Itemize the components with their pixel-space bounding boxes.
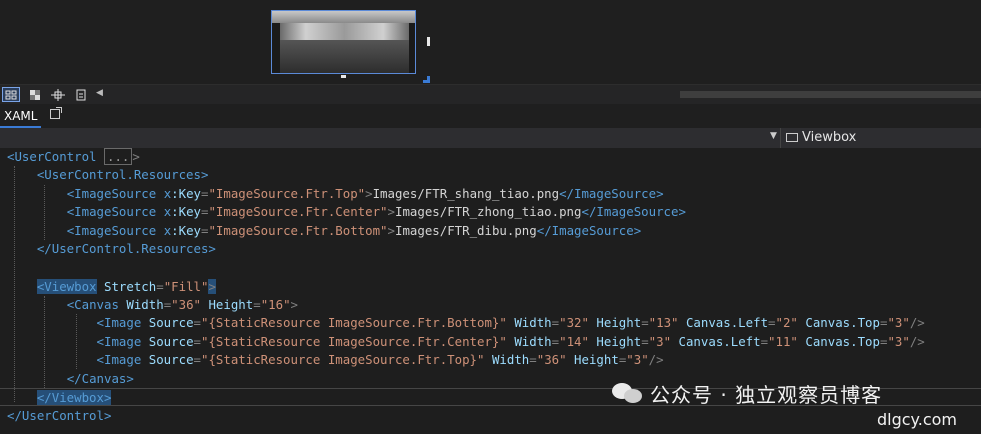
tag-usercontrol-close: </UserControl> <box>7 408 112 423</box>
watermark-text: 公众号 · 独立观察员博客 <box>650 382 883 407</box>
code-line: <Image Source="{StaticResource ImageSour… <box>96 352 664 368</box>
code-line: <Canvas Width="36" Height="16"> <box>66 296 299 312</box>
attr-value: "3" <box>887 333 910 349</box>
attr-value: "ImageSource.Ftr.Bottom" <box>208 222 388 238</box>
element-text: Images/FTR_dibu.png <box>394 222 537 238</box>
code-line: <UserControl.Resources> <box>7 166 209 184</box>
attr-value: "36" <box>171 296 201 312</box>
tag-imagesource-close: </ImageSource> <box>559 185 664 201</box>
attr-key: :Key <box>171 204 201 220</box>
attr-value: "Fill" <box>163 278 209 294</box>
attr-value: "{StaticResource ImageSource.Ftr.Top}" <box>201 352 485 368</box>
tag-viewbox-open: <Viewbox <box>36 278 97 294</box>
tag-imagesource: <ImageSource <box>66 185 157 201</box>
editor-tabbar: XAML <box>0 104 981 129</box>
attr-key: :Key <box>171 185 201 201</box>
watermark-url: dlgcy.com <box>877 410 957 429</box>
attr-value: "13" <box>648 315 679 331</box>
toggle-artboard-icon[interactable] <box>26 87 44 102</box>
snap-to-gridlines-icon[interactable] <box>49 87 67 102</box>
code-navigation-bar: ▼ Viewbox <box>0 128 981 148</box>
element-text: Images/FTR_zhong_tiao.png <box>394 204 582 220</box>
attr-value: "{StaticResource ImageSource.Ftr.Bottom}… <box>201 315 507 331</box>
punct: > <box>132 149 140 164</box>
dropdown-arrow-icon[interactable]: ▼ <box>770 131 777 141</box>
snap-to-snaplines-icon[interactable] <box>72 87 90 102</box>
tag-imagesource: <ImageSource <box>66 204 157 220</box>
code-line: </UserControl> <box>7 407 111 425</box>
attr-value: "ImageSource.Ftr.Center" <box>208 204 388 220</box>
designer-toolbar: ◀ <box>0 84 981 104</box>
popout-icon[interactable] <box>50 107 62 119</box>
code-line: <Image Source="{StaticResource ImageSour… <box>96 333 925 349</box>
code-line: </Canvas> <box>7 370 134 388</box>
tag-canvas-close: </Canvas> <box>66 370 134 386</box>
viewbox-preview[interactable] <box>271 10 416 74</box>
nav-element-selector[interactable]: Viewbox <box>802 130 856 145</box>
resize-handle-bottom[interactable] <box>341 75 346 78</box>
attr-value: "2" <box>775 315 798 331</box>
scroll-left-icon[interactable]: ◀ <box>96 88 103 98</box>
code-line: <ImageSource x:Key="ImageSource.Ftr.Top"… <box>66 185 664 201</box>
attr-value: "{StaticResource ImageSource.Ftr.Center}… <box>201 333 507 349</box>
element-text: Images/FTR_shang_tiao.png <box>372 185 560 201</box>
resize-handle-right[interactable] <box>427 37 430 46</box>
tab-xaml[interactable]: XAML <box>0 106 42 128</box>
attr-value: "36" <box>536 352 567 368</box>
tag-resources-open: <UserControl.Resources> <box>36 167 209 183</box>
watermark: 公众号 · 独立观察员博客 <box>612 378 882 408</box>
wechat-icon <box>612 381 642 405</box>
preview-top-image <box>272 11 415 23</box>
tag-canvas-open: <Canvas <box>66 296 119 312</box>
attr-value: "3" <box>626 352 649 368</box>
attr-value: "3" <box>648 333 672 349</box>
code-line: <UserControl ... > <box>7 148 140 166</box>
preview-center-image <box>280 23 409 40</box>
tag-viewbox-close: </Viewbox> <box>36 389 112 405</box>
element-icon <box>786 133 798 142</box>
attr-value: "32" <box>559 315 589 331</box>
attr-stretch: Stretch <box>104 278 157 294</box>
code-line: <ImageSource x:Key="ImageSource.Ftr.Bott… <box>66 222 642 238</box>
resize-handle-corner[interactable] <box>423 76 430 83</box>
attr-key: :Key <box>171 222 201 238</box>
attr-value: "14" <box>559 333 589 349</box>
attr-value: "11" <box>768 333 798 349</box>
attr-value: "16" <box>260 296 291 312</box>
nav-separator <box>780 128 781 148</box>
attr-height: Height <box>208 296 254 312</box>
code-line: <Image Source="{StaticResource ImageSour… <box>96 315 925 331</box>
tag-imagesource-close: </ImageSource> <box>536 222 642 238</box>
tag-imagesource: <ImageSource <box>66 222 157 238</box>
attr-value: "3" <box>887 315 910 331</box>
attr-width: Width <box>126 296 164 312</box>
tag-resources-close: </UserControl.Resources> <box>36 241 216 256</box>
code-line: <ImageSource x:Key="ImageSource.Ftr.Cent… <box>66 204 686 220</box>
tag-imagesource-close: </ImageSource> <box>581 204 686 220</box>
code-line: <Viewbox Stretch="Fill"> <box>36 278 216 294</box>
designer-surface[interactable] <box>0 0 981 83</box>
tag-usercontrol: <UserControl <box>7 149 97 164</box>
code-line: </UserControl.Resources> <box>7 240 216 258</box>
grid-snap-icon[interactable] <box>2 87 20 102</box>
attr-value: "ImageSource.Ftr.Top" <box>208 185 366 201</box>
horizontal-scrollbar[interactable] <box>680 91 981 98</box>
preview-bottom-image <box>280 40 409 73</box>
collapsed-region[interactable]: ... <box>104 148 133 165</box>
